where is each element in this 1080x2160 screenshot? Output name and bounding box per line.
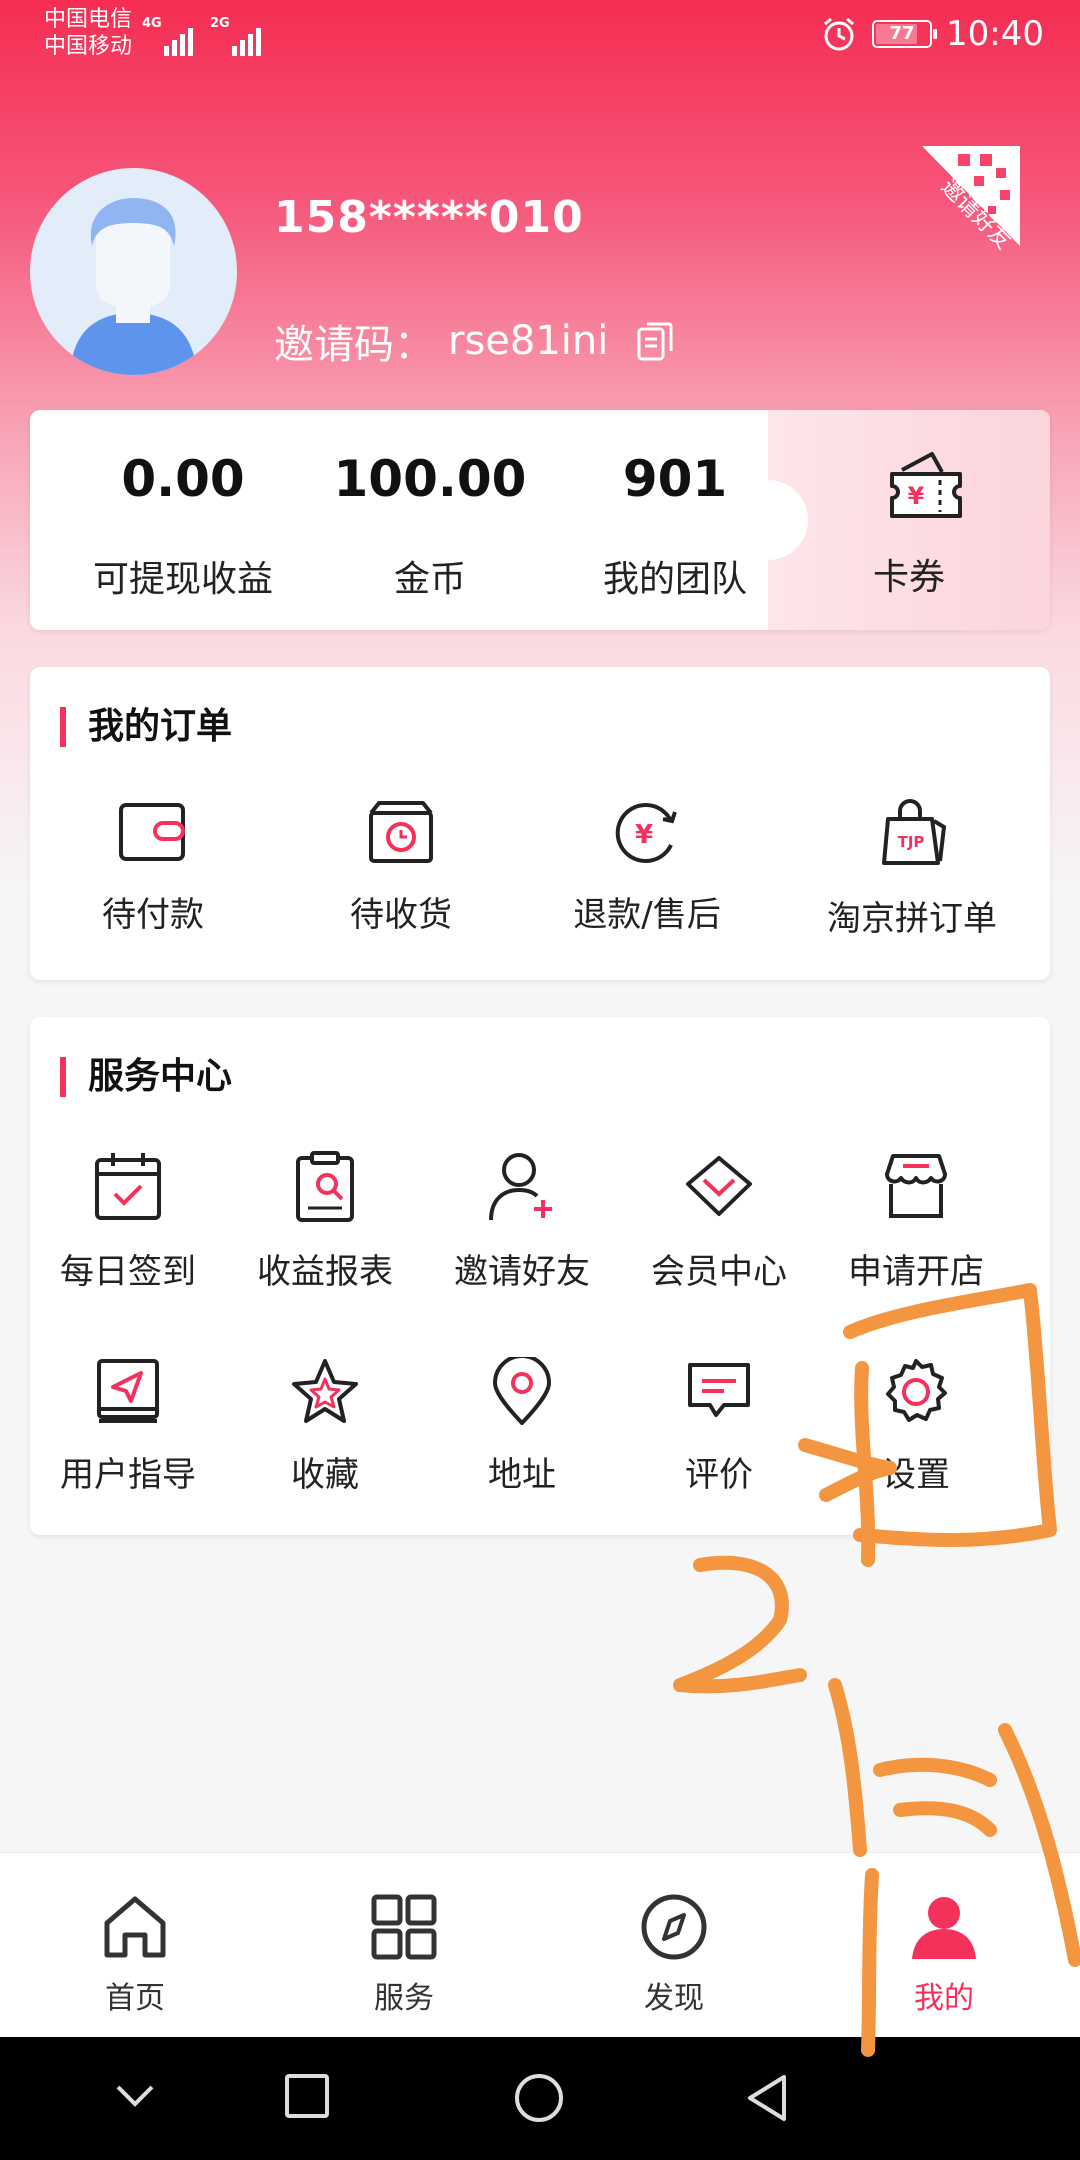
- nav-label: 我的: [914, 1981, 974, 2016]
- service-settings[interactable]: 设置: [831, 1357, 1001, 1496]
- compass-icon: [641, 1894, 707, 1960]
- service-item-label: 用户指导: [60, 1455, 196, 1495]
- service-member-center[interactable]: 会员中心: [634, 1150, 804, 1293]
- home-circle-icon[interactable]: [514, 2073, 564, 2123]
- order-item-label: 淘京拼订单: [827, 899, 997, 939]
- home-icon: [104, 1896, 166, 1958]
- location-pin-icon: [493, 1357, 551, 1425]
- service-item-label: 申请开店: [848, 1252, 984, 1292]
- stat-withdrawable[interactable]: 0.00 可提现收益: [63, 410, 303, 630]
- services-card: 服务中心 每日签到 收益报表 邀请好友 会员中心 申请开店 用户指导 收藏 地址…: [30, 1017, 1050, 1535]
- service-invite-friends[interactable]: 邀请好友: [437, 1150, 607, 1293]
- orders-card: 我的订单 待付款 待收货 ¥ 退款/售后 TJP 淘京拼订单: [30, 667, 1050, 980]
- invite-friends-badge[interactable]: 邀请好友: [900, 146, 1030, 266]
- alarm-icon: [824, 17, 854, 51]
- stat-value: 100.00: [333, 450, 527, 508]
- service-address[interactable]: 地址: [437, 1357, 607, 1496]
- ticket-icon: ¥: [890, 452, 962, 518]
- nav-discover[interactable]: 发现: [594, 1893, 754, 2017]
- carrier-2: 中国移动: [44, 34, 133, 59]
- calendar-check-icon: [95, 1153, 161, 1220]
- svg-text:¥: ¥: [635, 820, 653, 850]
- service-item-label: 会员中心: [651, 1252, 787, 1292]
- clock: 10:40: [946, 14, 1044, 54]
- service-item-label: 每日签到: [60, 1252, 196, 1292]
- star-icon: [292, 1359, 358, 1423]
- signal-2g-icon: 2G: [210, 16, 270, 56]
- order-pending-payment[interactable]: 待付款: [68, 799, 238, 936]
- service-user-guide[interactable]: 用户指导: [43, 1357, 213, 1496]
- report-icon: [296, 1151, 354, 1222]
- wallet-icon: [119, 803, 185, 861]
- status-bar: 中国电信 中国移动 4G 2G 77 10:40: [0, 0, 1080, 70]
- comment-icon: [688, 1363, 750, 1417]
- nav-label: 首页: [105, 1981, 165, 2016]
- copy-icon[interactable]: [636, 321, 674, 361]
- service-item-label: 收藏: [291, 1455, 359, 1495]
- order-item-label: 退款/售后: [573, 895, 721, 935]
- service-item-label: 评价: [685, 1455, 753, 1495]
- service-reviews[interactable]: 评价: [634, 1357, 804, 1496]
- stats-card: 0.00 可提现收益 100.00 金币 901 我的团队 ¥ 卡券: [30, 410, 1050, 630]
- bottom-nav: 首页 服务 发现 我的: [0, 1852, 1080, 2037]
- user-phone: 158*****010: [274, 192, 584, 243]
- service-income-report[interactable]: 收益报表: [240, 1150, 410, 1293]
- recents-square-icon[interactable]: [284, 2073, 330, 2119]
- service-item-label: 收益报表: [257, 1252, 393, 1292]
- service-daily-checkin[interactable]: 每日签到: [43, 1150, 213, 1293]
- nav-label: 发现: [644, 1981, 704, 2016]
- nav-mine[interactable]: 我的: [864, 1893, 1024, 2017]
- user-icon: [912, 1897, 976, 1959]
- services-title: 服务中心: [60, 1057, 232, 1097]
- orders-title: 我的订单: [60, 707, 232, 747]
- chevron-down-icon[interactable]: [112, 2073, 158, 2119]
- shopping-bag-icon: TJP: [882, 799, 947, 865]
- guide-book-icon: [97, 1359, 159, 1423]
- invite-code-label: 邀请码：: [274, 322, 434, 368]
- stat-value: 0.00: [121, 450, 245, 508]
- order-item-label: 待收货: [350, 895, 452, 935]
- order-tjp[interactable]: TJP 淘京拼订单: [812, 799, 1012, 940]
- order-pending-receipt[interactable]: 待收货: [316, 799, 486, 936]
- coupon-label: 卡券: [872, 557, 945, 598]
- avatar[interactable]: [30, 168, 237, 375]
- service-open-store[interactable]: 申请开店: [831, 1150, 1001, 1293]
- nav-label: 服务: [374, 1981, 434, 2016]
- service-item-label: 设置: [882, 1455, 950, 1495]
- order-refund[interactable]: ¥ 退款/售后: [562, 799, 732, 936]
- gear-icon: [886, 1359, 947, 1422]
- refund-icon: ¥: [615, 803, 677, 863]
- carrier-1: 中国电信: [44, 7, 133, 32]
- diamond-icon: [686, 1156, 752, 1216]
- add-user-icon: [489, 1153, 552, 1221]
- service-favorites[interactable]: 收藏: [240, 1357, 410, 1496]
- nav-services[interactable]: 服务: [324, 1893, 484, 2017]
- coupon-entry[interactable]: ¥ 卡券: [728, 410, 1050, 630]
- carrier-labels: 中国电信 中国移动: [44, 6, 132, 60]
- back-triangle-icon[interactable]: [744, 2073, 790, 2123]
- grid-icon: [371, 1894, 437, 1960]
- package-clock-icon: [369, 801, 433, 863]
- nav-home[interactable]: 首页: [55, 1893, 215, 2017]
- svg-text:¥: ¥: [908, 482, 925, 510]
- battery-indicator: 77: [872, 20, 938, 48]
- invite-code-value: rse81ini: [448, 318, 609, 364]
- stat-label: 可提现收益: [92, 559, 273, 600]
- system-nav-bar: [0, 2037, 1080, 2160]
- svg-text:TJP: TJP: [898, 833, 925, 851]
- stat-coins[interactable]: 100.00 金币: [310, 410, 550, 630]
- store-icon: [885, 1154, 947, 1218]
- signal-4g-icon: 4G: [142, 16, 202, 56]
- service-item-label: 邀请好友: [454, 1252, 590, 1292]
- stat-label: 金币: [393, 559, 466, 600]
- invite-code-row: 邀请码： rse81ini: [274, 312, 674, 370]
- service-item-label: 地址: [488, 1455, 556, 1495]
- order-item-label: 待付款: [102, 895, 204, 935]
